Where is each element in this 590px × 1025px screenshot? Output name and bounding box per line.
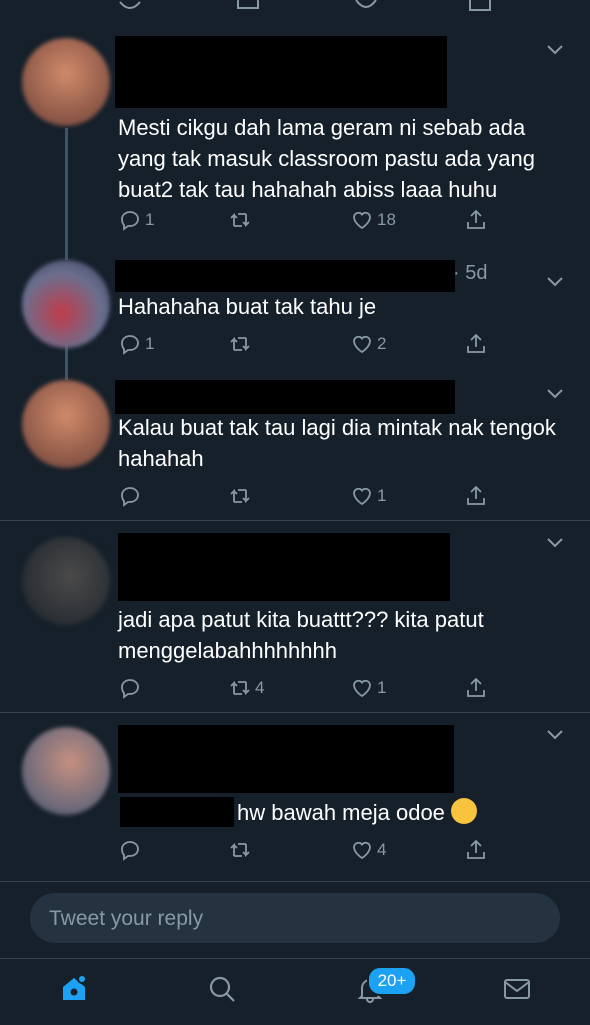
reply-icon <box>121 487 139 507</box>
tweet-actions: 4 1 <box>118 674 498 702</box>
redacted-username <box>115 380 455 414</box>
reply-count: 1 <box>145 210 155 229</box>
reply-icon <box>121 211 139 231</box>
tweet-text: Kalau buat tak tau lagi dia mintak nak t… <box>118 415 556 471</box>
chevron-down-icon[interactable] <box>544 723 566 745</box>
share-button[interactable] <box>464 836 488 864</box>
search-icon <box>209 976 235 1002</box>
retweet-button[interactable] <box>228 836 255 864</box>
redacted-username <box>115 260 455 292</box>
retweet-icon <box>230 488 250 504</box>
reply-composer[interactable] <box>30 893 560 945</box>
retweet-icon <box>230 336 250 352</box>
share-button[interactable] <box>464 330 488 358</box>
like-count: 4 <box>377 840 387 859</box>
chevron-down-icon[interactable] <box>544 270 566 292</box>
avatar[interactable] <box>22 380 110 468</box>
like-button[interactable]: 1 <box>350 674 386 702</box>
reply-button[interactable] <box>118 836 145 864</box>
tab-search[interactable] <box>202 969 242 1009</box>
share-icon <box>467 839 485 859</box>
retweet-count: 4 <box>255 678 265 697</box>
tweet[interactable]: Mesti cikgu dah lama geram ni sebab ada … <box>0 28 590 260</box>
like-count: 1 <box>377 486 387 505</box>
share-icon <box>467 677 485 697</box>
reply-icon <box>121 679 139 699</box>
avatar[interactable] <box>22 537 110 625</box>
redacted-username <box>115 36 447 108</box>
avatar[interactable] <box>22 38 110 126</box>
bottom-tab-bar <box>0 958 590 1025</box>
tweet-actions: 1 <box>118 482 498 510</box>
mail-icon <box>504 979 530 999</box>
redacted-username <box>118 533 450 601</box>
tweet-text: jadi apa patut kita buattt??? kita patut… <box>118 607 484 663</box>
tweet-text: Hahahaha buat tak tahu je <box>118 294 377 319</box>
like-count: 2 <box>377 334 387 353</box>
like-count: 1 <box>377 678 387 697</box>
notifications-badge: 20+ <box>367 966 417 996</box>
retweet-button[interactable]: 4 <box>228 674 264 702</box>
like-button[interactable]: 18 <box>350 206 396 234</box>
retweet-icon <box>230 212 250 228</box>
heart-icon <box>353 487 371 506</box>
reply-count: 1 <box>145 334 155 353</box>
tweet[interactable]: · 5d Hahahaha buat tak tahu je 1 2 <box>0 260 590 372</box>
tab-home[interactable] <box>54 969 94 1009</box>
like-button[interactable]: 2 <box>350 330 386 358</box>
retweet-button[interactable] <box>228 206 255 234</box>
retweet-icon <box>230 842 250 858</box>
tweet-time: · 5d <box>453 262 488 284</box>
like-button[interactable]: 1 <box>350 482 386 510</box>
reply-button[interactable]: 1 <box>118 330 154 358</box>
reply-input[interactable] <box>47 893 531 945</box>
heart-icon <box>353 335 371 354</box>
reply-icon <box>121 335 139 355</box>
share-icon <box>467 333 485 353</box>
tweet-actions: 4 <box>118 836 498 864</box>
chevron-down-icon[interactable] <box>544 38 566 60</box>
reply-button[interactable] <box>118 482 145 510</box>
like-count: 18 <box>377 210 396 229</box>
retweet-button[interactable] <box>228 482 255 510</box>
reply-button[interactable]: 1 <box>118 206 154 234</box>
home-icon <box>63 974 87 1000</box>
avatar[interactable] <box>22 727 110 815</box>
reply-button[interactable] <box>118 674 145 702</box>
redacted-username <box>118 725 454 793</box>
relieved-face-emoji <box>451 798 478 825</box>
redacted-mention <box>120 797 234 827</box>
previous-tweet-actions <box>0 0 590 14</box>
share-button[interactable] <box>464 206 488 234</box>
tweet-text: Mesti cikgu dah lama geram ni sebab ada … <box>118 115 536 202</box>
retweet-button[interactable] <box>228 330 255 358</box>
share-icon <box>467 209 485 229</box>
chevron-down-icon[interactable] <box>544 531 566 553</box>
reply-icon <box>121 841 139 861</box>
tweet-actions: 1 2 <box>118 330 498 358</box>
heart-icon <box>353 841 371 860</box>
tweet-actions: 1 18 <box>118 206 498 234</box>
tab-messages[interactable] <box>497 969 537 1009</box>
tweet-text: hw bawah meja odoe <box>237 800 445 825</box>
retweet-icon <box>230 680 250 696</box>
tweet[interactable]: jadi apa patut kita buattt??? kita patut… <box>0 521 590 713</box>
tweet[interactable]: Kalau buat tak tau lagi dia mintak nak t… <box>0 372 590 521</box>
heart-icon <box>353 679 371 698</box>
like-button[interactable]: 4 <box>350 836 386 864</box>
chevron-down-icon[interactable] <box>544 382 566 404</box>
share-button[interactable] <box>464 674 488 702</box>
heart-icon <box>353 211 371 230</box>
avatar[interactable] <box>22 260 110 348</box>
tweet[interactable]: hw bawah meja odoe 4 <box>0 713 590 882</box>
share-button[interactable] <box>464 482 488 510</box>
share-icon <box>467 485 485 505</box>
